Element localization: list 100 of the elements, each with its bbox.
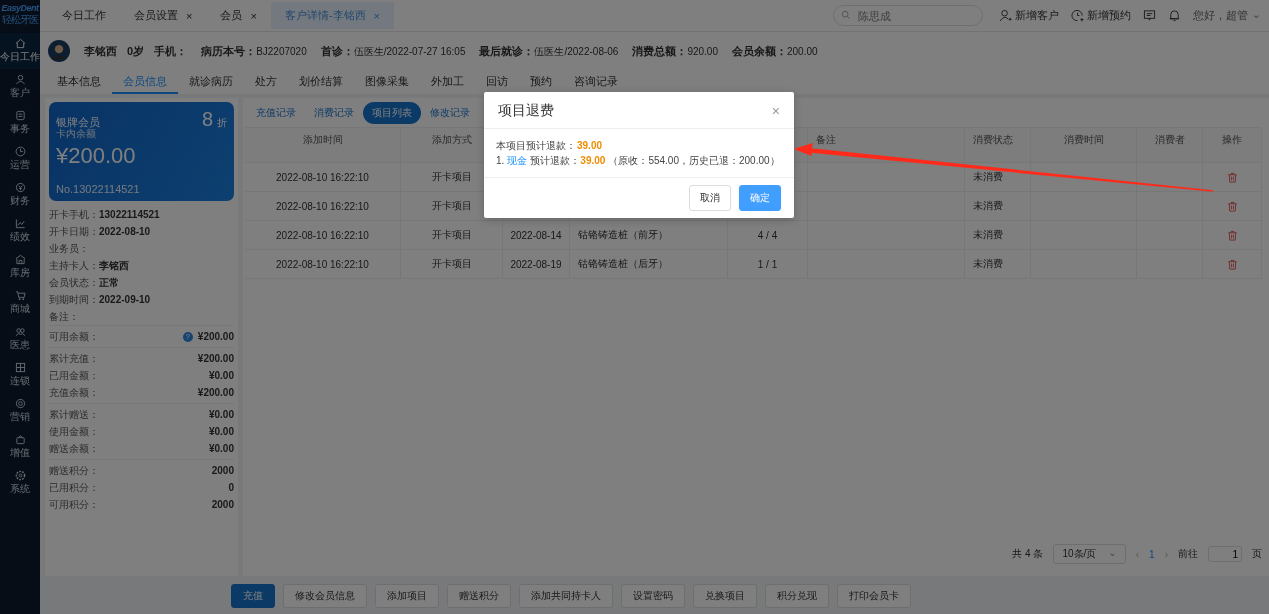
nav-item[interactable]: 医患: [0, 321, 40, 357]
page-size-select[interactable]: 10条/页 ⌄: [1053, 544, 1126, 564]
delete-icon[interactable]: [1226, 171, 1238, 183]
info-label: 主持卡人：: [49, 258, 99, 273]
page-tab[interactable]: 会员设置 ×: [120, 2, 207, 29]
action-button[interactable]: 修改会员信息: [283, 584, 367, 608]
section-tab[interactable]: 咨询记录: [563, 70, 629, 94]
nav-item[interactable]: 系统: [0, 465, 40, 501]
record-tab[interactable]: 修改记录: [421, 102, 479, 124]
card-level: 银牌会员: [56, 115, 101, 129]
action-button[interactable]: 充值: [231, 584, 275, 608]
page-number[interactable]: 1: [1149, 548, 1155, 560]
user-menu[interactable]: 您好，超管 ⌄: [1192, 8, 1261, 23]
balance-label: 赠送积分：: [49, 463, 99, 478]
avatar-icon: [48, 40, 70, 62]
section-tab[interactable]: 处方: [244, 70, 288, 94]
help-icon[interactable]: ?: [182, 331, 193, 342]
action-button[interactable]: 兑换项目: [693, 584, 757, 608]
logo-text: EasyDent: [1, 3, 39, 13]
message-icon[interactable]: [1142, 9, 1156, 22]
action-button[interactable]: 添加共同持卡人: [519, 584, 613, 608]
info-label: 备注：: [49, 309, 79, 324]
balance-label: 可用积分：: [49, 497, 99, 512]
search-field[interactable]: 陈思成: [832, 5, 983, 26]
card-discount: 8: [201, 108, 213, 131]
action-button[interactable]: 添加项目: [375, 584, 439, 608]
info-value: 13022114521: [99, 209, 160, 220]
patient-field: 消费总额：920.00: [632, 43, 718, 59]
delete-icon[interactable]: [1226, 229, 1238, 241]
cancel-button[interactable]: 取消: [689, 185, 731, 211]
balance-label: 累计充值：: [49, 351, 99, 366]
nav-item[interactable]: 运营: [0, 141, 40, 177]
action-button[interactable]: 打印会员卡: [837, 584, 911, 608]
balance-label: 充值余额：: [49, 385, 99, 400]
goto-page-field[interactable]: 1: [1208, 546, 1242, 562]
card-number: No.13022114521: [56, 183, 141, 195]
nav-item[interactable]: 事务: [0, 105, 40, 141]
column-header: 消费状态: [965, 128, 1031, 162]
page-tab[interactable]: 今日工作: [48, 2, 120, 29]
page-tab[interactable]: 会员 ×: [206, 2, 271, 29]
clock-icon: [14, 146, 26, 157]
confirm-button[interactable]: 确定: [739, 185, 781, 211]
dialog-title: 项目退费: [498, 102, 554, 120]
table-cell: 开卡项目: [401, 250, 503, 278]
table-cell: 1 / 1: [728, 250, 808, 278]
nav-item[interactable]: 绩效: [0, 213, 40, 249]
table-cell: 未消费: [965, 192, 1031, 220]
info-label: 会员状态：: [49, 275, 99, 290]
section-tab[interactable]: 外加工: [420, 70, 475, 94]
info-label: 开卡手机：: [49, 207, 99, 222]
refund-detail: （原收：554.00，历史已退：200.00）: [608, 153, 780, 168]
record-tab[interactable]: 项目列表: [363, 102, 421, 124]
balance-value: ¥0.00: [208, 426, 234, 437]
settings-icon: [14, 470, 26, 481]
table-cell: 4 / 4: [728, 221, 808, 249]
action-button[interactable]: 赠送积分: [447, 584, 511, 608]
close-button[interactable]: ×: [771, 103, 780, 119]
patient-field: 首诊：伍医生/2022-07-27 16:05: [320, 43, 466, 59]
balance-label: 已用金额：: [49, 368, 99, 383]
nav-item[interactable]: 连锁: [0, 357, 40, 393]
section-tab[interactable]: 划价结算: [288, 70, 354, 94]
info-value: 2022-09-10: [99, 294, 151, 305]
action-button[interactable]: 积分兑现: [765, 584, 829, 608]
section-tab[interactable]: 会员信息: [112, 70, 178, 94]
info-label: 业务员：: [49, 241, 89, 256]
bell-icon[interactable]: [1167, 9, 1181, 22]
patient-name: 李铭西: [84, 43, 117, 59]
people-icon: [14, 326, 26, 337]
section-tab[interactable]: 回访: [475, 70, 519, 94]
section-tab[interactable]: 就诊病历: [178, 70, 244, 94]
page-tab[interactable]: 客户详情-李铭西 ×: [270, 2, 394, 29]
nav-item[interactable]: 客户: [0, 69, 40, 105]
balance-label: 已用积分：: [49, 480, 99, 495]
top-action-link[interactable]: 新增客户: [998, 8, 1059, 23]
balance-label: 可用余额：: [49, 329, 99, 344]
card-balance: ¥200.00: [56, 143, 137, 169]
delete-icon[interactable]: [1226, 200, 1238, 212]
top-action-link[interactable]: 新增预约: [1070, 8, 1131, 23]
record-tab[interactable]: 充值记录: [247, 102, 305, 124]
delete-icon[interactable]: [1226, 258, 1238, 270]
table-cell: 未消费: [965, 250, 1031, 278]
logo-subtitle: 轻松牙医: [2, 13, 38, 27]
action-button[interactable]: 设置密码: [621, 584, 685, 608]
patient-field: 最后就诊：伍医生/2022-08-06: [479, 43, 619, 59]
section-tab[interactable]: 预约: [519, 70, 563, 94]
nav-item[interactable]: 库房: [0, 249, 40, 285]
info-label: 到期时间：: [49, 292, 99, 307]
info-value: 正常: [99, 275, 119, 290]
nav-item[interactable]: 商城: [0, 285, 40, 321]
nav-item[interactable]: 营销: [0, 393, 40, 429]
section-tab[interactable]: 图像采集: [354, 70, 420, 94]
payment-method-link[interactable]: 现金: [507, 153, 528, 168]
column-header: 消费时间: [1031, 128, 1137, 162]
table-cell: 2022-08-10 16:22:10: [245, 163, 401, 191]
record-tab[interactable]: 消费记录: [305, 102, 363, 124]
section-tab[interactable]: 基本信息: [46, 70, 112, 94]
nav-item[interactable]: 财务: [0, 177, 40, 213]
column-header: 消费者: [1137, 128, 1203, 162]
nav-item[interactable]: 增值: [0, 429, 40, 465]
nav-item[interactable]: 今日工作: [0, 33, 40, 69]
